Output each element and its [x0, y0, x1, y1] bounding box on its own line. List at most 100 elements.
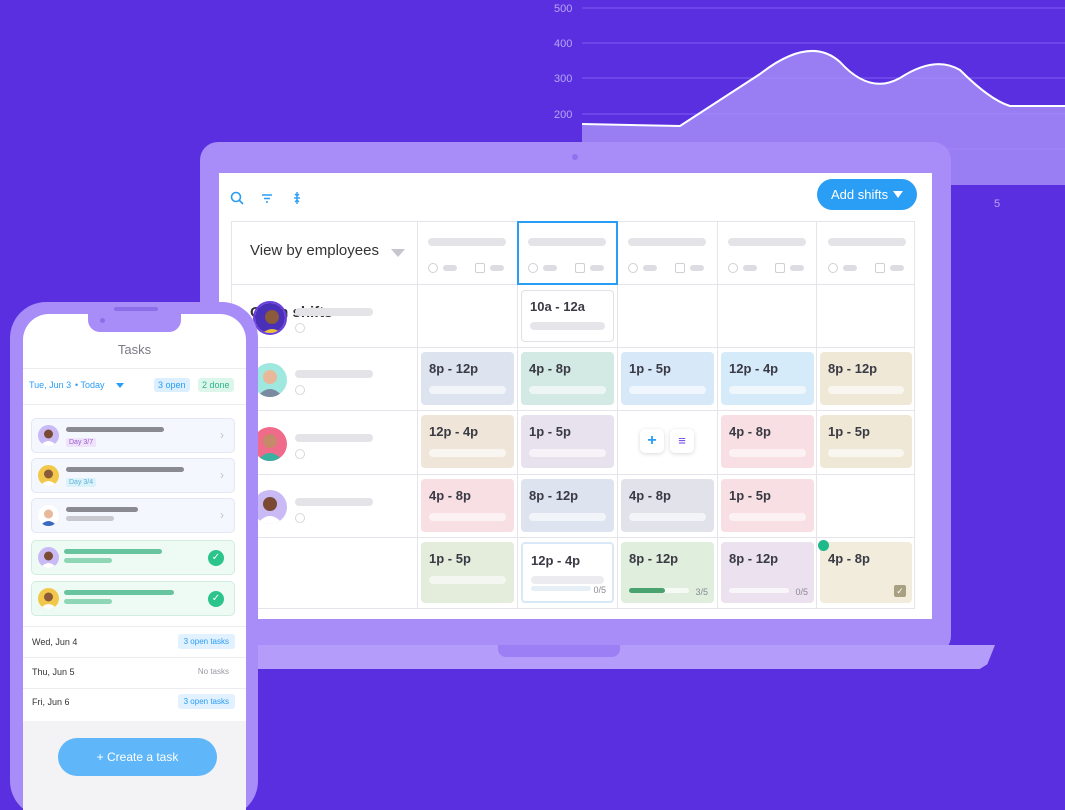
clock-icon	[295, 449, 305, 459]
task-status-badge: 3 open tasks	[177, 694, 235, 709]
shift-card[interactable]: 12p - 4p	[721, 352, 814, 405]
divider	[23, 626, 246, 627]
open-count-badge: 3 open	[154, 378, 190, 392]
check-icon: ✓	[208, 550, 224, 566]
checkbox-icon[interactable]: ✓	[894, 585, 906, 597]
phone-notch	[88, 314, 181, 332]
shift-detail-placeholder	[629, 386, 706, 394]
grid-divider	[232, 537, 914, 538]
shift-detail-placeholder	[429, 513, 506, 521]
avatar[interactable]	[253, 301, 287, 335]
shift-time: 8p - 12p	[828, 361, 878, 376]
avatar[interactable]	[253, 427, 287, 461]
shift-card[interactable]: 12p - 4p	[421, 415, 514, 468]
shift-time: 12p - 4p	[429, 424, 479, 439]
avatar	[38, 465, 59, 486]
y-tick-label: 300	[554, 73, 572, 85]
selected-day-column[interactable]	[517, 221, 618, 285]
shift-card[interactable]: 4p - 8p	[721, 415, 814, 468]
shift-card[interactable]: 1p - 5p	[421, 542, 514, 603]
employee-name-placeholder	[295, 370, 373, 378]
divider	[23, 404, 246, 405]
clock-icon	[295, 513, 305, 523]
collapse-icon[interactable]	[289, 191, 305, 207]
shift-card[interactable]: 4p - 8p	[521, 352, 614, 405]
date-selector[interactable]: Tue, Jun 3	[29, 380, 71, 390]
shift-detail-placeholder	[429, 449, 506, 457]
shift-card[interactable]: 1p - 5p	[721, 479, 814, 532]
day-label: Thu, Jun 5	[32, 667, 75, 677]
shift-detail-placeholder	[429, 386, 506, 394]
caret-down-icon[interactable]	[391, 249, 405, 257]
shift-time: 8p - 12p	[629, 551, 679, 566]
shift-card[interactable]: 1p - 5p	[820, 415, 912, 468]
task-title-placeholder	[64, 590, 174, 595]
grid-divider	[232, 410, 914, 411]
task-title-placeholder	[66, 427, 164, 432]
filter-icon[interactable]	[259, 191, 275, 207]
shift-time: 4p - 8p	[828, 551, 870, 566]
add-shifts-button[interactable]: Add shifts	[817, 179, 917, 210]
shift-time: 1p - 5p	[828, 424, 870, 439]
shift-time: 12p - 4p	[729, 361, 779, 376]
day-label: Wed, Jun 4	[32, 637, 78, 647]
phone-camera	[100, 318, 105, 323]
y-tick-label: 400	[554, 38, 572, 50]
shift-card[interactable]: 8p - 12p	[421, 352, 514, 405]
shift-card[interactable]: 8p - 12p	[820, 352, 912, 405]
shift-time: 4p - 8p	[529, 361, 571, 376]
shift-card[interactable]: 1p - 5p	[621, 352, 714, 405]
shift-detail-placeholder	[729, 513, 806, 521]
divider	[23, 368, 246, 369]
task-item-done[interactable]: ✓	[31, 581, 235, 616]
shift-card[interactable]: 4p - 8p	[621, 479, 714, 532]
avatar	[38, 547, 59, 568]
day-row[interactable]: Fri, Jun 6 3 open tasks	[32, 689, 235, 717]
today-label[interactable]: • Today	[75, 380, 105, 390]
schedule-screen: Add shifts View by employees Open shifts	[219, 173, 932, 619]
shift-card[interactable]: 8p - 12p 3/5	[621, 542, 714, 603]
shift-card[interactable]: 8p - 12p 0/5	[721, 542, 814, 603]
task-title-placeholder	[66, 467, 184, 472]
schedule-grid: View by employees Open shifts 10a - 12a …	[231, 221, 915, 609]
templates-icon[interactable]: ≡	[670, 429, 694, 453]
add-shift-button[interactable]: +	[640, 429, 664, 453]
divider	[23, 657, 246, 658]
day-row[interactable]: Thu, Jun 5 No tasks	[32, 659, 235, 687]
create-task-button[interactable]: + Create a task	[58, 738, 217, 776]
shift-card[interactable]: 4p - 8p ✓	[820, 542, 912, 603]
caret-down-icon	[893, 191, 903, 198]
shift-detail-placeholder	[529, 386, 606, 394]
task-item[interactable]: ›	[31, 498, 235, 533]
shift-detail-placeholder	[629, 513, 706, 521]
chevron-right-icon: ›	[220, 468, 224, 482]
task-title-placeholder	[64, 549, 162, 554]
avatar[interactable]	[253, 363, 287, 397]
task-status-badge: No tasks	[197, 667, 229, 676]
shift-card[interactable]: 8p - 12p	[521, 479, 614, 532]
avatar	[38, 505, 59, 526]
employee-name-placeholder	[295, 498, 373, 506]
shift-time: 4p - 8p	[429, 488, 471, 503]
shift-card[interactable]: 12p - 4p 0/5	[521, 542, 614, 603]
shift-detail-placeholder	[429, 576, 506, 584]
shift-detail-placeholder	[828, 386, 904, 394]
shift-time: 12p - 4p	[531, 553, 581, 568]
grid-divider	[417, 222, 418, 608]
view-by-dropdown[interactable]: View by employees	[250, 242, 379, 259]
y-tick-label: 500	[554, 3, 572, 15]
day-row[interactable]: Wed, Jun 4 3 open tasks	[32, 629, 235, 657]
shift-card[interactable]: 4p - 8p	[421, 479, 514, 532]
open-shift-card[interactable]: 10a - 12a	[521, 290, 614, 342]
task-item[interactable]: Day 3/4 ›	[31, 458, 235, 493]
chevron-down-icon[interactable]	[116, 383, 124, 388]
avatar	[38, 588, 59, 609]
clocked-in-indicator	[818, 540, 829, 551]
search-icon[interactable]	[229, 191, 245, 207]
avatar[interactable]	[253, 490, 287, 524]
task-progress-count: 0/5	[593, 585, 606, 595]
task-item-done[interactable]: ✓	[31, 540, 235, 575]
shift-detail-placeholder	[729, 386, 806, 394]
shift-card[interactable]: 1p - 5p	[521, 415, 614, 468]
task-item[interactable]: Day 3/7 ›	[31, 418, 235, 453]
